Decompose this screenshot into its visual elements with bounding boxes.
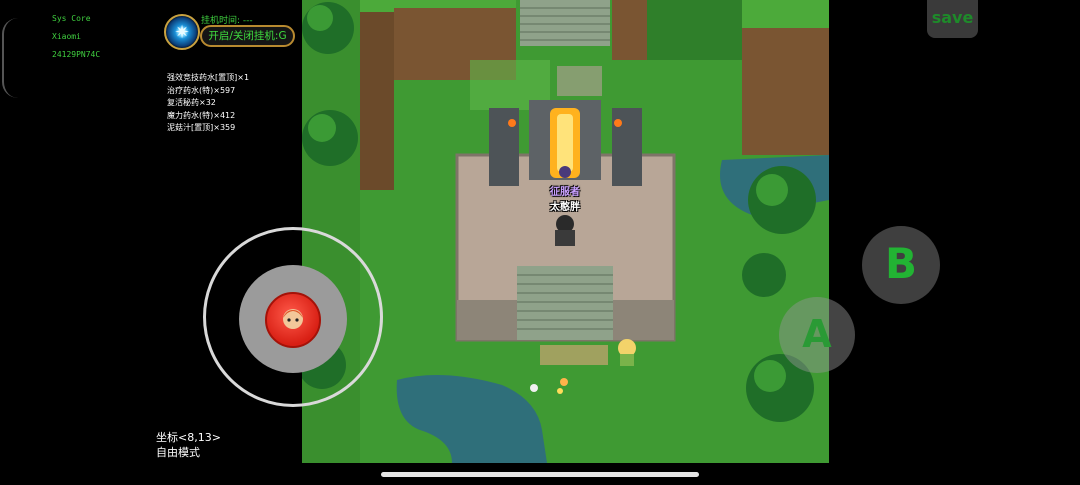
player-sprite (555, 215, 575, 246)
map-scene (302, 0, 829, 463)
idle-toggle-button[interactable]: 开启/关闭挂机:G (200, 25, 295, 47)
left-statue (489, 108, 519, 186)
list-item: 治疗药水(特)×597 (167, 85, 236, 95)
tree (742, 253, 786, 297)
auto-idle-panel: ✷ 挂机时间: --- 开启/关闭挂机:G (164, 12, 297, 52)
b-button[interactable]: B (862, 226, 940, 304)
top-stairs (520, 0, 610, 46)
system-info: Sys Core Xiaomi 24129PN74C (52, 10, 100, 64)
sys-core-label: Sys Core (52, 14, 91, 23)
device-model-label: 24129PN74C (52, 50, 101, 59)
character-face-icon (283, 309, 303, 329)
position-readout: 坐标<8,13> 自由模式 (156, 430, 221, 460)
flowers (530, 378, 568, 394)
save-button[interactable]: save (927, 0, 978, 38)
tree (302, 2, 354, 54)
left-cliff (360, 0, 394, 190)
player-title-icon (559, 166, 571, 178)
tree (302, 110, 358, 166)
a-button[interactable]: A (779, 297, 855, 373)
character-title: 征服者 (550, 187, 580, 198)
screen-edge-indicator (2, 18, 18, 98)
pond (396, 375, 547, 463)
list-item: 强效竞技药水[置顶]×1 (167, 73, 250, 82)
item-list: 强效竞技药水[置顶]×1 治疗药水(特)×597 复活秘药×32 魔力药水(特)… (167, 72, 249, 135)
device-brand-label: Xiaomi (52, 32, 81, 41)
home-indicator[interactable] (381, 472, 699, 477)
platform-stairs (517, 266, 613, 340)
character-name: 太憨胖 (550, 202, 580, 213)
list-item: 魔力药水(特)×412 (167, 110, 236, 120)
movement-mode-label: 自由模式 (156, 446, 200, 459)
npc-sprite (618, 339, 636, 366)
list-item: 复活秘药×32 (167, 98, 216, 107)
magic-emblem-icon[interactable]: ✷ (164, 14, 200, 50)
game-map[interactable]: 征服者 太憨胖 (302, 0, 829, 463)
list-item: 泥菇汁[置顶]×359 (167, 123, 236, 132)
coordinates-label: 坐标<8,13> (156, 431, 221, 444)
tree (748, 166, 816, 234)
right-statue (612, 108, 642, 186)
